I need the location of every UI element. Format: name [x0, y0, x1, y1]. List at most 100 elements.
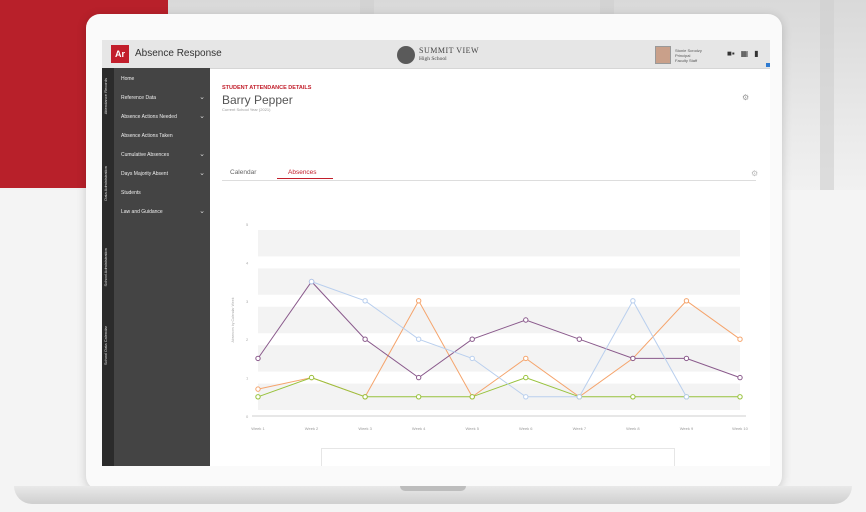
user-name: Stonie Scrodzy	[675, 47, 702, 53]
vertical-rail: Attendance Records Data Administration S…	[102, 68, 114, 466]
y-tick-label: 2	[246, 337, 249, 342]
data-point	[523, 317, 529, 323]
nav-label: Absence Actions Needed	[121, 114, 177, 120]
main-content: STUDENT ATTENDANCE DETAILS Barry Pepper …	[210, 68, 770, 466]
x-tick-label: Week 9	[680, 426, 694, 431]
rail-school-calendar[interactable]: School Data Calendar	[103, 326, 113, 365]
school-crest-icon	[397, 46, 415, 64]
data-point	[683, 394, 690, 400]
data-point	[469, 336, 475, 342]
page-subtitle: Current School Year (2021)	[222, 107, 271, 112]
data-point	[630, 394, 636, 400]
top-icons: ■▪ ▦ ▮	[727, 49, 759, 58]
rail-school-administration[interactable]: School Administration	[103, 248, 113, 286]
chevron-down-icon: ⌄	[199, 170, 205, 177]
gear-icon[interactable]: ⚙	[742, 93, 749, 102]
nav-label: Days Majority Absent	[121, 171, 168, 177]
active-tab-indicator	[277, 178, 333, 179]
data-point	[523, 394, 529, 400]
data-point	[308, 374, 315, 381]
x-tick-label: Week 1	[251, 426, 265, 431]
nav-law-and-guidance[interactable]: Law and Guidance ⌄	[121, 208, 209, 219]
nav-label: Home	[121, 76, 135, 82]
data-point	[469, 394, 475, 400]
user-switch-icon[interactable]: ■▪	[727, 49, 735, 58]
app-screen: Ar Absence Response SUMMIT VIEW High Sch…	[102, 40, 770, 466]
grid-band	[258, 268, 740, 295]
nav-students[interactable]: Students	[121, 190, 209, 200]
data-point	[737, 394, 743, 400]
nav-absence-actions-needed[interactable]: Absence Actions Needed ⌄	[121, 113, 209, 124]
top-bar: Ar Absence Response SUMMIT VIEW High Sch…	[102, 40, 770, 69]
y-tick-label: 4	[246, 260, 249, 265]
y-tick-label: 1	[246, 376, 249, 381]
data-point	[737, 374, 743, 381]
nav-label: Students	[121, 190, 141, 196]
school-brand: SUMMIT VIEW High School	[397, 45, 479, 65]
nav-absence-actions-taken[interactable]: Absence Actions Taken	[121, 133, 209, 143]
laptop-notch	[400, 486, 466, 491]
data-point	[255, 394, 261, 400]
data-point	[255, 355, 261, 362]
y-tick-label: 3	[246, 299, 249, 304]
avatar[interactable]	[655, 46, 671, 64]
rail-data-administration[interactable]: Data Administration	[103, 166, 113, 201]
x-tick-label: Week 6	[519, 426, 533, 431]
data-point	[415, 298, 422, 304]
x-tick-label: Week 10	[732, 426, 748, 431]
data-point	[415, 374, 422, 381]
data-point	[469, 355, 475, 362]
gear-icon[interactable]: ⚙	[751, 169, 758, 178]
nav-days-majority-absent[interactable]: Days Majority Absent ⌄	[121, 170, 209, 181]
y-tick-label: 0	[246, 414, 249, 419]
chevron-down-icon: ⌄	[199, 151, 205, 158]
data-point	[523, 374, 529, 381]
nav-label: Absence Actions Taken	[121, 133, 173, 139]
app-logo[interactable]: Ar	[111, 45, 129, 63]
data-point	[362, 298, 368, 304]
data-point	[362, 394, 368, 400]
page-title: Barry Pepper	[222, 93, 293, 107]
chart-legend-frame	[321, 448, 675, 466]
x-tick-label: Week 3	[358, 426, 372, 431]
data-point	[415, 394, 422, 400]
y-tick-label: 5	[246, 222, 249, 227]
data-point	[683, 355, 690, 362]
school-name: SUMMIT VIEW	[419, 46, 480, 55]
chevron-down-icon: ⌄	[199, 208, 205, 215]
data-point	[630, 355, 636, 362]
data-point	[576, 336, 583, 342]
data-point	[415, 336, 422, 342]
grid-icon[interactable]: ▦	[741, 49, 749, 58]
data-point	[255, 386, 261, 392]
nav-label: Cumulative Absences	[121, 152, 170, 158]
x-tick-label: Week 5	[465, 426, 479, 431]
data-point	[523, 355, 529, 362]
chevron-down-icon: ⌄	[199, 113, 205, 120]
nav-label: Law and Guidance	[121, 209, 163, 215]
rail-attendance-records[interactable]: Attendance Records	[103, 78, 113, 114]
page-eyebrow: STUDENT ATTENDANCE DETAILS	[222, 85, 312, 91]
nav-reference-data[interactable]: Reference Data ⌄	[121, 94, 209, 105]
tab-absences[interactable]: Absences	[288, 169, 317, 176]
absences-chart: 0 1 2 3 4 5 Absences by Calendar Week Week 1 Wee…	[231, 222, 749, 463]
x-tick-label: Week 4	[412, 426, 426, 431]
nav-label: Reference Data	[121, 95, 157, 101]
x-tick-label: Week 2	[305, 426, 319, 431]
grid-band	[258, 230, 740, 257]
x-tick-label: Week 8	[626, 426, 640, 431]
tab-divider	[222, 180, 756, 181]
chevron-down-icon: ⌄	[199, 94, 205, 101]
data-point	[576, 394, 583, 400]
nav-home[interactable]: Home	[121, 76, 209, 86]
y-axis-label: Absences by Calendar Week	[231, 297, 235, 342]
tab-calendar[interactable]: Calendar	[230, 169, 256, 176]
app-title: Absence Response	[135, 48, 222, 59]
data-point	[362, 336, 368, 342]
user-menu[interactable]: Stonie Scrodzy Principal Faculty Staff	[655, 46, 702, 64]
nav-cumulative-absences[interactable]: Cumulative Absences ⌄	[121, 151, 209, 162]
user-dept: Faculty Staff	[675, 57, 698, 63]
data-point	[683, 298, 690, 304]
notification-icon[interactable]: ▮	[754, 49, 758, 58]
data-point	[630, 298, 636, 304]
